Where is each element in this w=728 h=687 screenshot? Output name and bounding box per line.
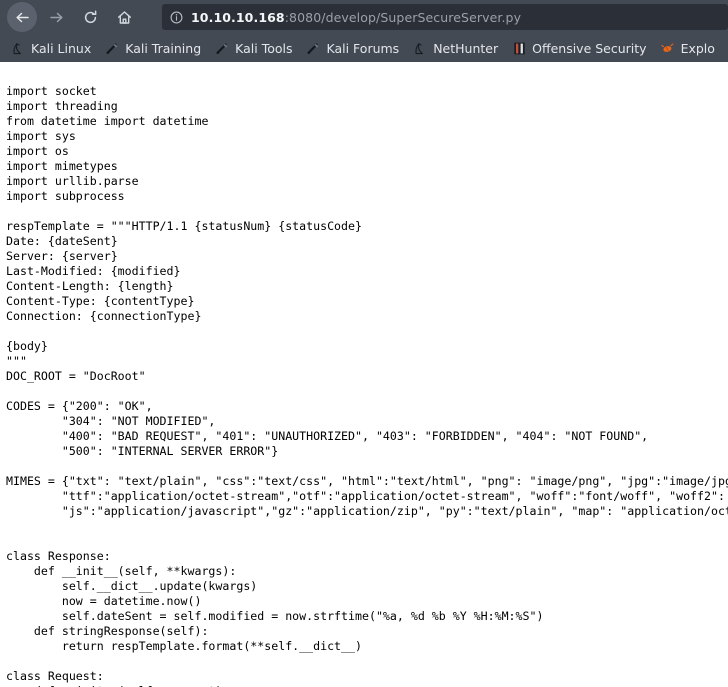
reload-icon (82, 9, 99, 26)
kali-tools-icon (214, 40, 230, 56)
bookmark-label: NetHunter (433, 40, 499, 56)
kali-forums-icon (306, 40, 322, 56)
info-circle-icon[interactable] (170, 11, 183, 24)
bookmark-exploit-db[interactable]: Explo (660, 40, 715, 56)
bookmark-offensive-security[interactable]: Offensive Security (511, 40, 647, 56)
bookmark-label: Kali Tools (235, 40, 293, 56)
browser-chrome: 10.10.10.168:8080/develop/SuperSecureSer… (0, 0, 728, 62)
forward-button[interactable] (41, 2, 71, 32)
forward-arrow-icon (48, 9, 65, 26)
home-icon (116, 9, 133, 26)
bookmark-label: Offensive Security (532, 40, 647, 56)
bookmark-kali-tools[interactable]: Kali Tools (214, 40, 293, 56)
bookmark-label: Kali Training (125, 40, 202, 56)
bookmark-label: Kali Linux (31, 40, 92, 56)
bookmarks-bar: Kali Linux Kali Training Kali Tools Kali… (0, 34, 728, 62)
home-button[interactable] (109, 2, 139, 32)
bookmark-nethunter[interactable]: NetHunter (412, 40, 498, 56)
bookmark-label: Explo (680, 40, 715, 56)
plaintext-source-view: import socket import threading from date… (6, 84, 728, 687)
bookmark-kali-linux[interactable]: Kali Linux (10, 40, 91, 56)
reload-button[interactable] (75, 2, 105, 32)
navigation-toolbar: 10.10.10.168:8080/develop/SuperSecureSer… (0, 0, 728, 34)
url-host: 10.10.10.168 (191, 9, 285, 25)
bookmark-kali-training[interactable]: Kali Training (104, 40, 201, 56)
nethunter-icon (412, 40, 428, 56)
page-content-area: import socket import threading from date… (0, 62, 728, 687)
url-bar[interactable]: 10.10.10.168:8080/develop/SuperSecureSer… (162, 4, 728, 30)
bookmark-kali-forums[interactable]: Kali Forums (306, 40, 400, 56)
offensive-security-icon (511, 40, 527, 56)
url-path: :8080/develop/SuperSecureServer.py (284, 9, 522, 25)
back-button[interactable] (7, 2, 37, 32)
url-text[interactable]: 10.10.10.168:8080/develop/SuperSecureSer… (191, 10, 521, 25)
kali-dragon-icon (10, 40, 26, 56)
exploit-db-icon (660, 40, 676, 56)
back-arrow-icon (14, 9, 31, 26)
bookmark-label: Kali Forums (326, 40, 400, 56)
kali-training-icon (104, 40, 120, 56)
